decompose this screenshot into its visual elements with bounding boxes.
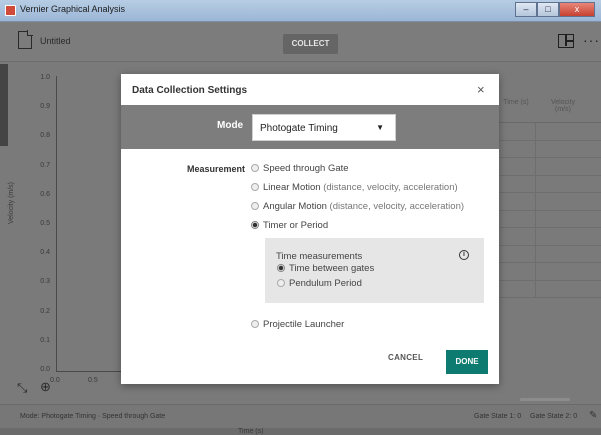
maximize-button[interactable]: □: [537, 2, 559, 17]
y-tick-label: 0.4: [40, 249, 50, 257]
mode-band: Mode Photogate Timing ▼: [121, 105, 499, 149]
sensor-icon[interactable]: ✎: [589, 410, 597, 421]
collect-button[interactable]: COLLECT: [283, 34, 338, 54]
dialog-title: Data Collection Settings: [132, 85, 248, 96]
dialog-header: Data Collection Settings ×: [121, 74, 499, 104]
mode-select-value: Photogate Timing: [260, 123, 338, 134]
x-axis-label: Time (s): [238, 428, 264, 435]
cancel-button[interactable]: CANCEL: [388, 353, 423, 362]
layout-icon[interactable]: [558, 34, 574, 48]
x-tick-label: 0.5: [88, 377, 98, 384]
radio-timer-or-period[interactable]: Timer or Period: [251, 220, 328, 231]
radio-projectile-launcher[interactable]: Projectile Launcher: [251, 319, 344, 330]
y-tick-label: 1.0: [40, 74, 50, 81]
caret-down-icon: ▼: [376, 123, 384, 132]
close-window-button[interactable]: x: [559, 2, 595, 17]
radio-detail: (distance, velocity, acceleration): [320, 182, 458, 193]
y-tick-label: 0.2: [40, 307, 50, 315]
y-tick-label: 0.0: [40, 366, 50, 373]
more-options-icon[interactable]: ···: [583, 32, 600, 48]
radio-button[interactable]: [251, 202, 259, 210]
window-controls: ‒ □ x: [515, 2, 595, 17]
y-tick-label: 0.7: [40, 161, 50, 169]
window-title: Vernier Graphical Analysis: [20, 4, 126, 14]
gate-state-1: Gate State 1: 0: [474, 413, 522, 420]
radio-time-between-gates[interactable]: Time between gates: [277, 263, 374, 274]
radio-label: Linear Motion: [263, 182, 321, 193]
dialog-close-icon[interactable]: ×: [477, 82, 485, 97]
radio-label: Timer or Period: [263, 220, 329, 231]
radio-label: Speed through Gate: [263, 163, 349, 174]
zoom-icon[interactable]: ⊕: [40, 379, 51, 395]
radio-label: Time between gates: [289, 263, 375, 274]
y-tick-label: 0.3: [40, 278, 50, 286]
radio-button[interactable]: [251, 164, 259, 172]
x-tick-label: 0.0: [50, 377, 60, 384]
side-scroll-strip: [0, 64, 8, 146]
radio-button[interactable]: [251, 320, 259, 328]
done-button[interactable]: DONE: [446, 350, 488, 374]
app-icon: [5, 5, 16, 16]
radio-button-selected[interactable]: [251, 221, 259, 229]
radio-button-selected[interactable]: [277, 264, 285, 272]
time-measurements-title: Time measurements: [276, 251, 363, 262]
time-measurements-panel: Time measurements i Time between gates P…: [265, 238, 484, 303]
radio-label: Angular Motion: [263, 201, 327, 212]
radio-button[interactable]: [277, 279, 285, 287]
radio-label: Projectile Launcher: [263, 319, 345, 330]
gate-state-2: Gate State 2: 0: [530, 413, 578, 420]
table-scrollbar[interactable]: [520, 398, 570, 401]
radio-detail: (distance, velocity, acceleration): [326, 201, 465, 212]
radio-label: Pendulum Period: [289, 278, 362, 289]
radio-button[interactable]: [251, 183, 259, 191]
top-toolbar: Untitled COLLECT ···: [0, 22, 601, 62]
measurement-label: Measurement: [186, 164, 245, 174]
y-tick-label: 0.9: [40, 103, 50, 111]
info-icon[interactable]: i: [459, 250, 469, 260]
y-tick-label: 0.5: [40, 220, 50, 227]
y-tick-label: 0.8: [40, 132, 50, 140]
table-col-velocity[interactable]: Velocity (m/s): [543, 99, 583, 113]
radio-pendulum-period[interactable]: Pendulum Period: [277, 278, 362, 289]
file-title[interactable]: Untitled: [40, 36, 71, 46]
data-collection-settings-dialog: Data Collection Settings × Mode Photogat…: [121, 74, 499, 384]
window-titlebar: Vernier Graphical Analysis ‒ □ x: [0, 0, 601, 22]
y-tick-label: 0.1: [40, 336, 50, 344]
radio-speed-through-gate[interactable]: Speed through Gate: [251, 163, 349, 174]
y-axis-label: Velocity (m/s): [8, 181, 15, 224]
status-bar: Mode: Photogate Timing · Speed through G…: [0, 404, 601, 428]
table-col-time[interactable]: Time (s): [499, 99, 533, 106]
y-tick-label: 0.6: [40, 190, 50, 198]
mode-label: Mode: [217, 120, 244, 131]
file-icon[interactable]: [18, 30, 33, 49]
status-mode: Mode: Photogate Timing · Speed through G…: [20, 413, 166, 420]
graph-tools-icon[interactable]: ⤡: [17, 380, 27, 396]
radio-linear-motion[interactable]: Linear Motion (distance, velocity, accel…: [251, 182, 458, 193]
mode-select[interactable]: Photogate Timing ▼: [252, 114, 396, 141]
minimize-button[interactable]: ‒: [515, 2, 537, 17]
radio-angular-motion[interactable]: Angular Motion (distance, velocity, acce…: [251, 201, 464, 212]
